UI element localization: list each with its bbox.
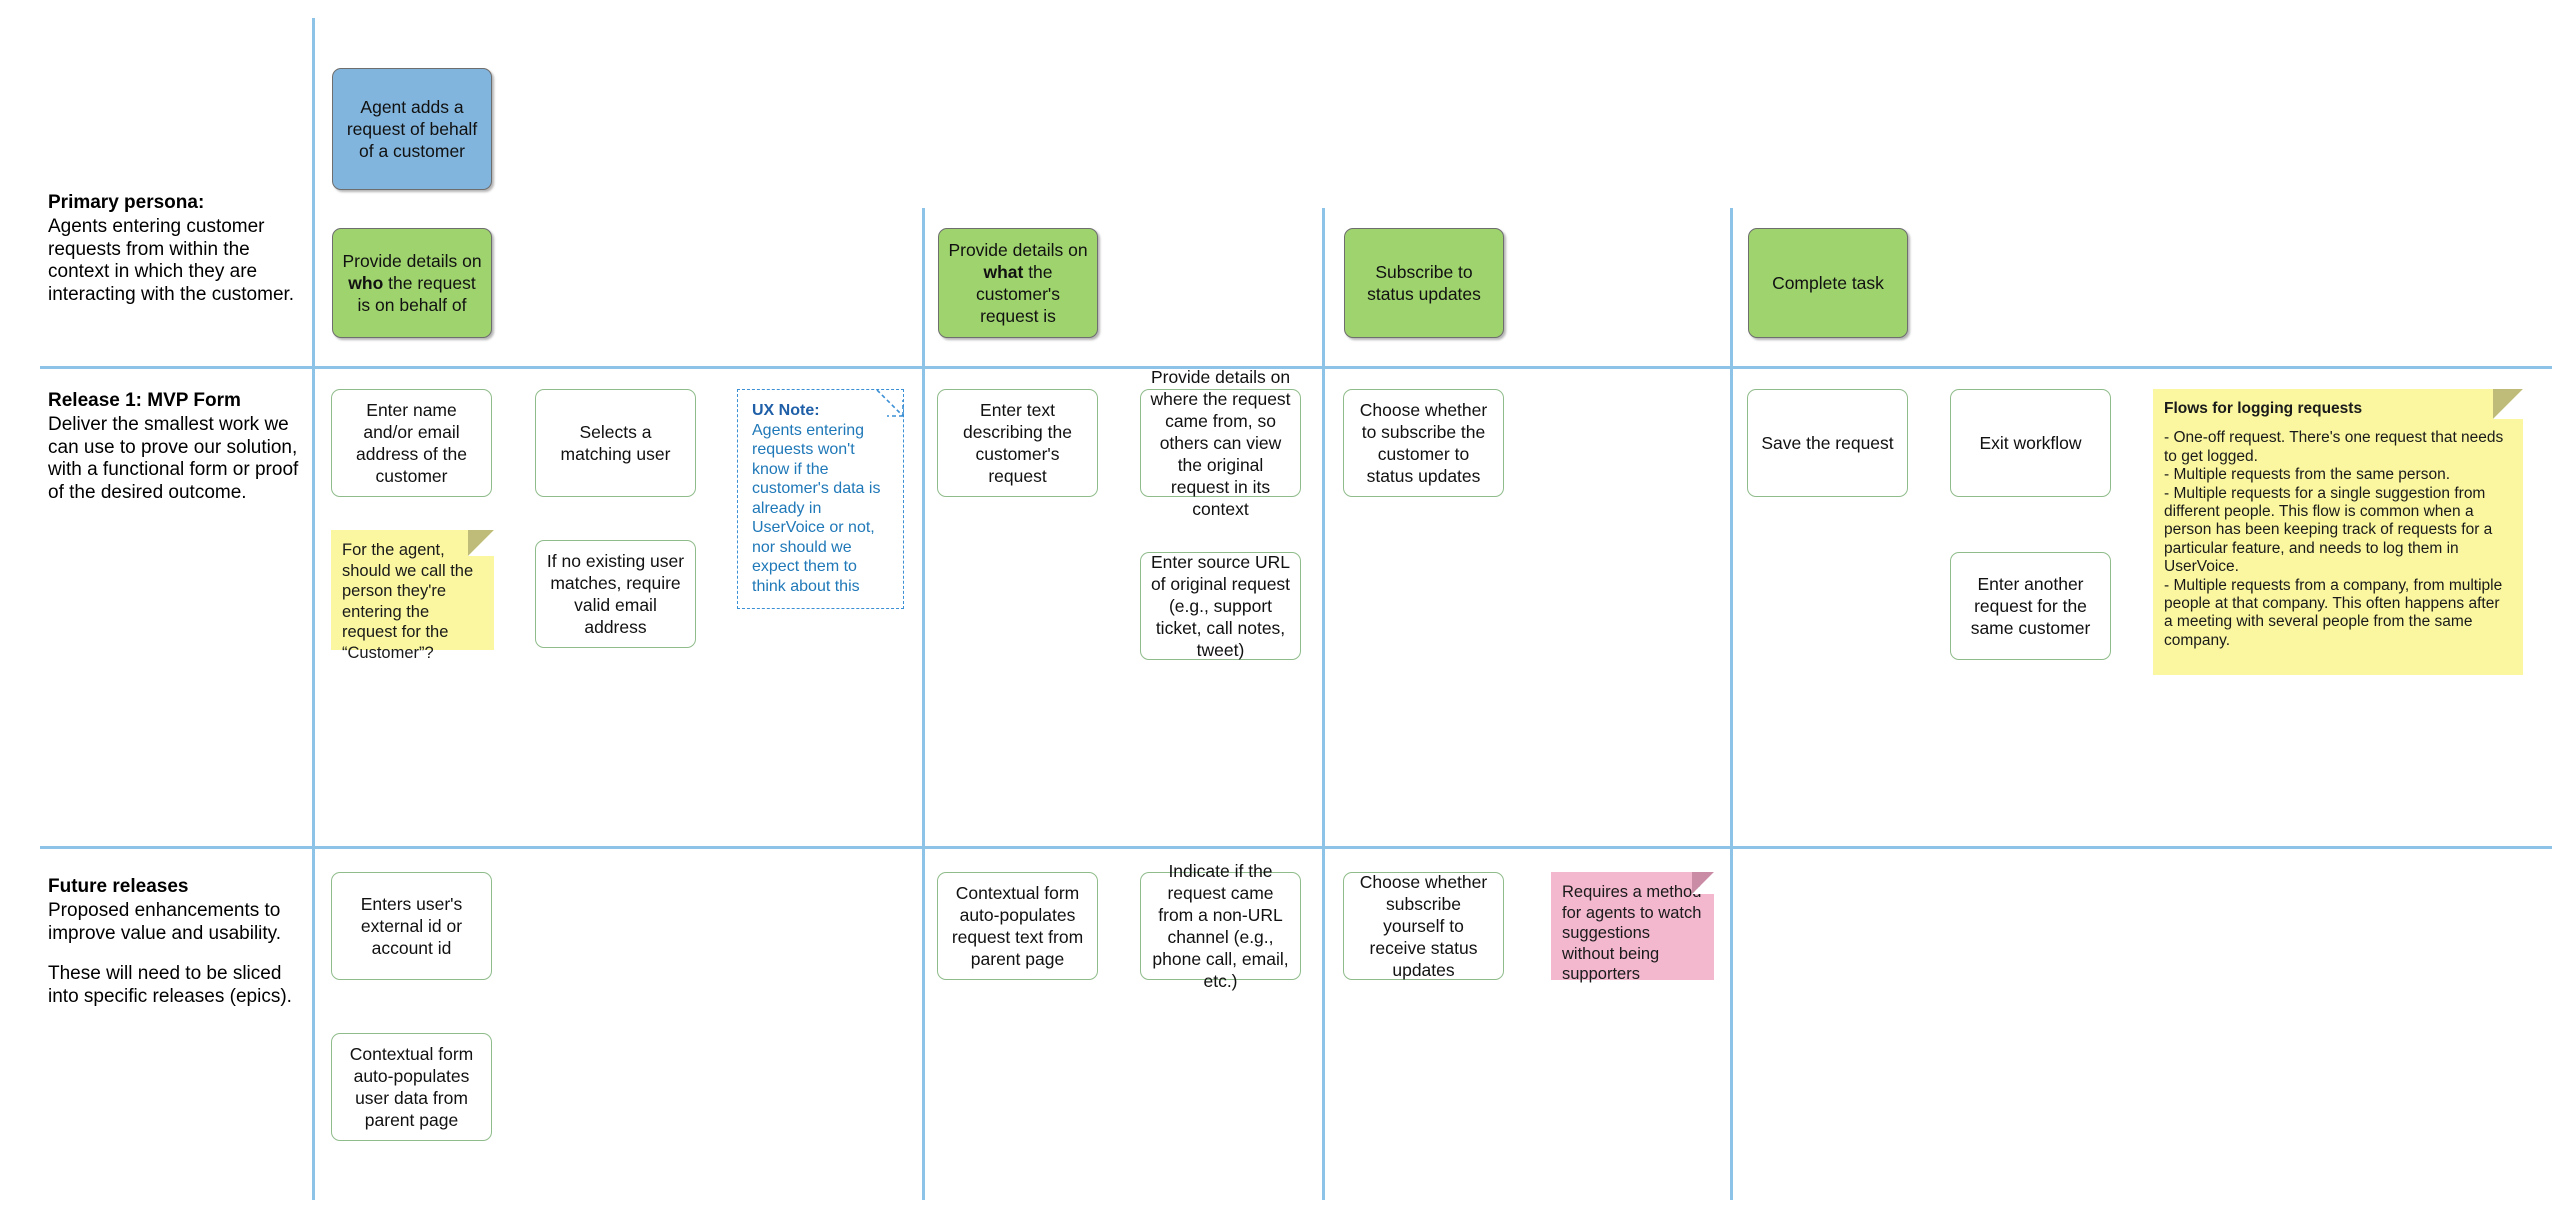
activity-card-who-label: Provide details on who the request is on…	[342, 251, 482, 315]
activity-card-complete-task[interactable]: Complete task	[1748, 228, 1908, 338]
story-card-enter-request-text[interactable]: Enter text describing the customer's req…	[937, 389, 1098, 497]
note-watch-suggestions-body: Requires a method for agents to watch su…	[1562, 883, 1702, 983]
sticky-fold-icon	[468, 530, 494, 556]
story-card-autopopulate-user-data[interactable]: Contextual form auto-populates user data…	[331, 1033, 492, 1141]
row-label-future: Future releases Proposed enhancements to…	[48, 874, 306, 1008]
row-label-persona-desc: Agents entering customer requests from w…	[48, 216, 295, 305]
story-card-enter-another-request[interactable]: Enter another request for the same custo…	[1950, 552, 2111, 660]
note-agent-customer-naming[interactable]: For the agent, should we call the person…	[331, 530, 494, 662]
story-card-exit-workflow-label: Exit workflow	[1979, 433, 2082, 453]
note-watch-suggestions-without-supporters[interactable]: Requires a method for agents to watch su…	[1551, 872, 1714, 983]
story-card-selects-matching-user-label: Selects a matching user	[560, 422, 671, 464]
note-flows-body: - One-off request. There's one request t…	[2164, 429, 2504, 649]
story-card-autopopulate-request-text[interactable]: Contextual form auto-populates request t…	[937, 872, 1098, 980]
activity-card-subscribe[interactable]: Subscribe to status updates	[1344, 228, 1504, 338]
activity-card-complete-task-label: Complete task	[1772, 273, 1884, 293]
story-card-request-origin-details[interactable]: Provide details on where the request cam…	[1140, 367, 1301, 519]
story-card-exit-workflow[interactable]: Exit workflow	[1950, 389, 2111, 497]
row-label-release1: Release 1: MVP Form Deliver the smallest…	[48, 388, 306, 504]
note-ux-agents-data-awareness[interactable]: UX Note: Agents entering requests won't …	[737, 389, 904, 609]
goal-card-label: Agent adds a request of behalf of a cust…	[346, 97, 478, 161]
sticky-fold-icon	[2493, 389, 2523, 419]
row-label-future-desc-1: Proposed enhancements to improve value a…	[48, 900, 282, 944]
column-divider-1	[312, 18, 315, 1200]
column-divider-2	[922, 208, 925, 1200]
story-card-require-valid-email[interactable]: If no existing user matches, require val…	[535, 540, 696, 648]
story-card-enter-name-email-label: Enter name and/or email address of the c…	[356, 400, 467, 486]
activity-card-what-label: Provide details on what the customer's r…	[948, 240, 1088, 326]
story-card-non-url-channel[interactable]: Indicate if the request came from a non-…	[1140, 861, 1301, 991]
note-ux-body: Agents entering requests won't know if t…	[752, 421, 881, 595]
row-label-future-desc-2: These will need to be sliced into specif…	[48, 963, 292, 1007]
row-label-persona: Primary persona: Agents entering custome…	[48, 190, 306, 306]
story-card-save-request-label: Save the request	[1761, 433, 1894, 453]
story-card-source-url[interactable]: Enter source URL of original request (e.…	[1140, 552, 1301, 660]
row-label-release1-desc: Deliver the smallest work we can use to …	[48, 414, 299, 503]
activity-card-what[interactable]: Provide details on what the customer's r…	[938, 228, 1098, 338]
story-card-subscribe-customer-label: Choose whether to subscribe the customer…	[1359, 400, 1488, 486]
row-label-persona-title: Primary persona:	[48, 192, 205, 213]
row-divider-future	[40, 846, 2552, 849]
story-card-external-account-id-label: Enters user's external id or account id	[360, 894, 463, 958]
column-divider-4	[1730, 208, 1733, 1200]
row-label-future-title: Future releases	[48, 876, 189, 897]
story-card-autopopulate-request-text-label: Contextual form auto-populates request t…	[951, 883, 1084, 969]
note-agent-customer-naming-body: For the agent, should we call the person…	[342, 541, 474, 662]
column-divider-3	[1322, 208, 1325, 1200]
story-card-autopopulate-user-data-label: Contextual form auto-populates user data…	[349, 1044, 474, 1130]
story-card-enter-request-text-label: Enter text describing the customer's req…	[963, 400, 1072, 486]
story-card-selects-matching-user[interactable]: Selects a matching user	[535, 389, 696, 497]
row-label-release1-title: Release 1: MVP Form	[48, 390, 241, 411]
story-card-subscribe-customer[interactable]: Choose whether to subscribe the customer…	[1343, 389, 1504, 497]
story-card-request-origin-details-label: Provide details on where the request cam…	[1150, 367, 1291, 519]
story-card-non-url-channel-label: Indicate if the request came from a non-…	[1152, 861, 1289, 991]
note-flows-title: Flows for logging requests	[2164, 400, 2363, 417]
story-card-save-request[interactable]: Save the request	[1747, 389, 1908, 497]
story-card-enter-another-request-label: Enter another request for the same custo…	[1970, 574, 2091, 638]
activity-card-subscribe-label: Subscribe to status updates	[1367, 262, 1481, 304]
sticky-fold-icon	[1692, 872, 1714, 894]
story-card-source-url-label: Enter source URL of original request (e.…	[1150, 552, 1291, 660]
note-ux-title: UX Note:	[752, 402, 820, 419]
story-card-external-account-id[interactable]: Enters user's external id or account id	[331, 872, 492, 980]
note-flows-for-logging-requests[interactable]: Flows for logging requests - One-off req…	[2153, 389, 2523, 675]
row-divider-release1	[40, 366, 2552, 369]
story-card-subscribe-self[interactable]: Choose whether subscribe yourself to rec…	[1343, 872, 1504, 980]
story-card-subscribe-self-label: Choose whether subscribe yourself to rec…	[1359, 872, 1488, 980]
goal-card-agent-adds-request[interactable]: Agent adds a request of behalf of a cust…	[332, 68, 492, 190]
activity-card-who[interactable]: Provide details on who the request is on…	[332, 228, 492, 338]
story-card-enter-name-email[interactable]: Enter name and/or email address of the c…	[331, 389, 492, 497]
story-card-require-valid-email-label: If no existing user matches, require val…	[546, 551, 685, 637]
